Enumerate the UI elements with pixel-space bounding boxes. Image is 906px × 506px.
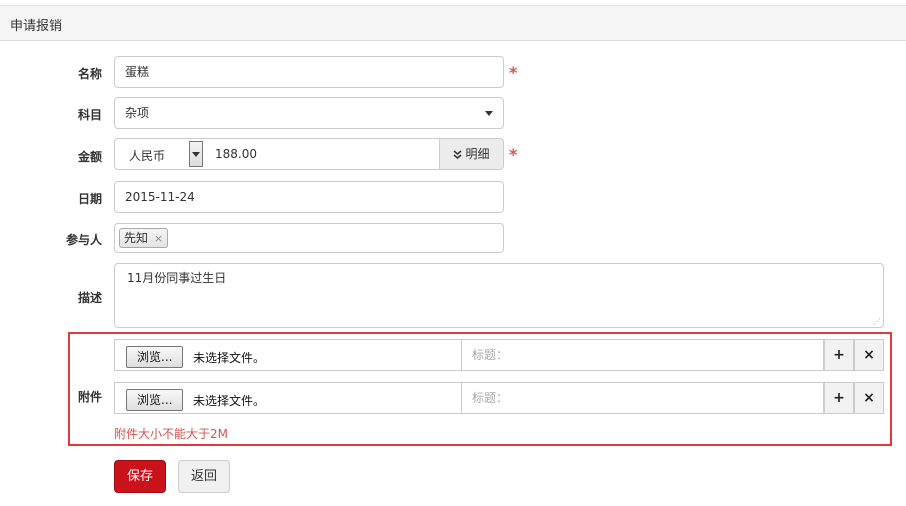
name-label: 名称 [78,67,103,81]
currency-dropdown-button[interactable] [189,141,203,167]
currency-value: 人民币 [129,149,166,163]
remove-tag-icon[interactable]: × [154,232,163,245]
back-button[interactable]: 返回 [178,460,230,493]
attachment-title-input[interactable]: 标题： [461,339,824,371]
file-status: 未选择文件。 [193,351,266,365]
amount-input[interactable]: 188.00 [205,138,440,170]
save-button[interactable]: 保存 [114,460,166,493]
participants-label: 参与人 [66,233,103,247]
name-required-mark: * [509,63,518,82]
remove-attachment-button[interactable]: × [854,339,884,371]
resize-handle-icon[interactable]: ⋰ [873,318,881,326]
date-input[interactable]: 2015-11-24 [114,181,504,213]
chevron-down-icon [485,111,493,116]
subject-label: 科目 [78,108,103,122]
remove-attachment-button[interactable]: × [854,382,884,414]
attachment-title-input[interactable]: 标题： [461,382,824,414]
detail-button[interactable]: 明细 [439,138,504,170]
browse-button[interactable]: 浏览... [126,389,184,411]
file-status: 未选择文件。 [193,394,266,408]
panel-heading: 申请报销 [0,6,906,41]
browse-button[interactable]: 浏览... [126,346,184,368]
attachment-row: 浏览... 未选择文件。 标题： + × [114,339,884,371]
file-input: 浏览... 未选择文件。 [114,382,461,414]
participant-tag: 先知 × [119,228,169,248]
description-textarea[interactable]: 11月份同事过生日 ⋰ [114,263,884,328]
amount-required-mark: * [509,145,518,164]
attachments-label: 附件 [78,390,103,404]
add-attachment-button[interactable]: + [824,382,854,414]
file-input: 浏览... 未选择文件。 [114,339,461,371]
add-attachment-button[interactable]: + [824,339,854,371]
subject-select[interactable]: 杂项 [114,97,504,129]
attachment-row: 浏览... 未选择文件。 标题： + × [114,382,884,414]
chevron-down-icon [192,152,200,157]
currency-select[interactable]: 人民币 [114,138,205,170]
page-title: 申请报销 [10,19,63,34]
detail-button-label: 明细 [465,147,490,161]
description-value: 11月份同事过生日 [127,271,227,285]
double-chevron-down-icon [453,150,462,159]
date-label: 日期 [78,192,103,206]
description-label: 描述 [78,291,103,305]
amount-label: 金额 [78,150,103,164]
participants-input[interactable] [114,223,504,253]
name-input[interactable]: 蛋糕 [114,56,504,88]
attachment-size-warning: 附件大小不能大于2M [114,427,228,441]
participant-tag-name: 先知 [124,231,149,245]
subject-value: 杂项 [125,106,150,120]
